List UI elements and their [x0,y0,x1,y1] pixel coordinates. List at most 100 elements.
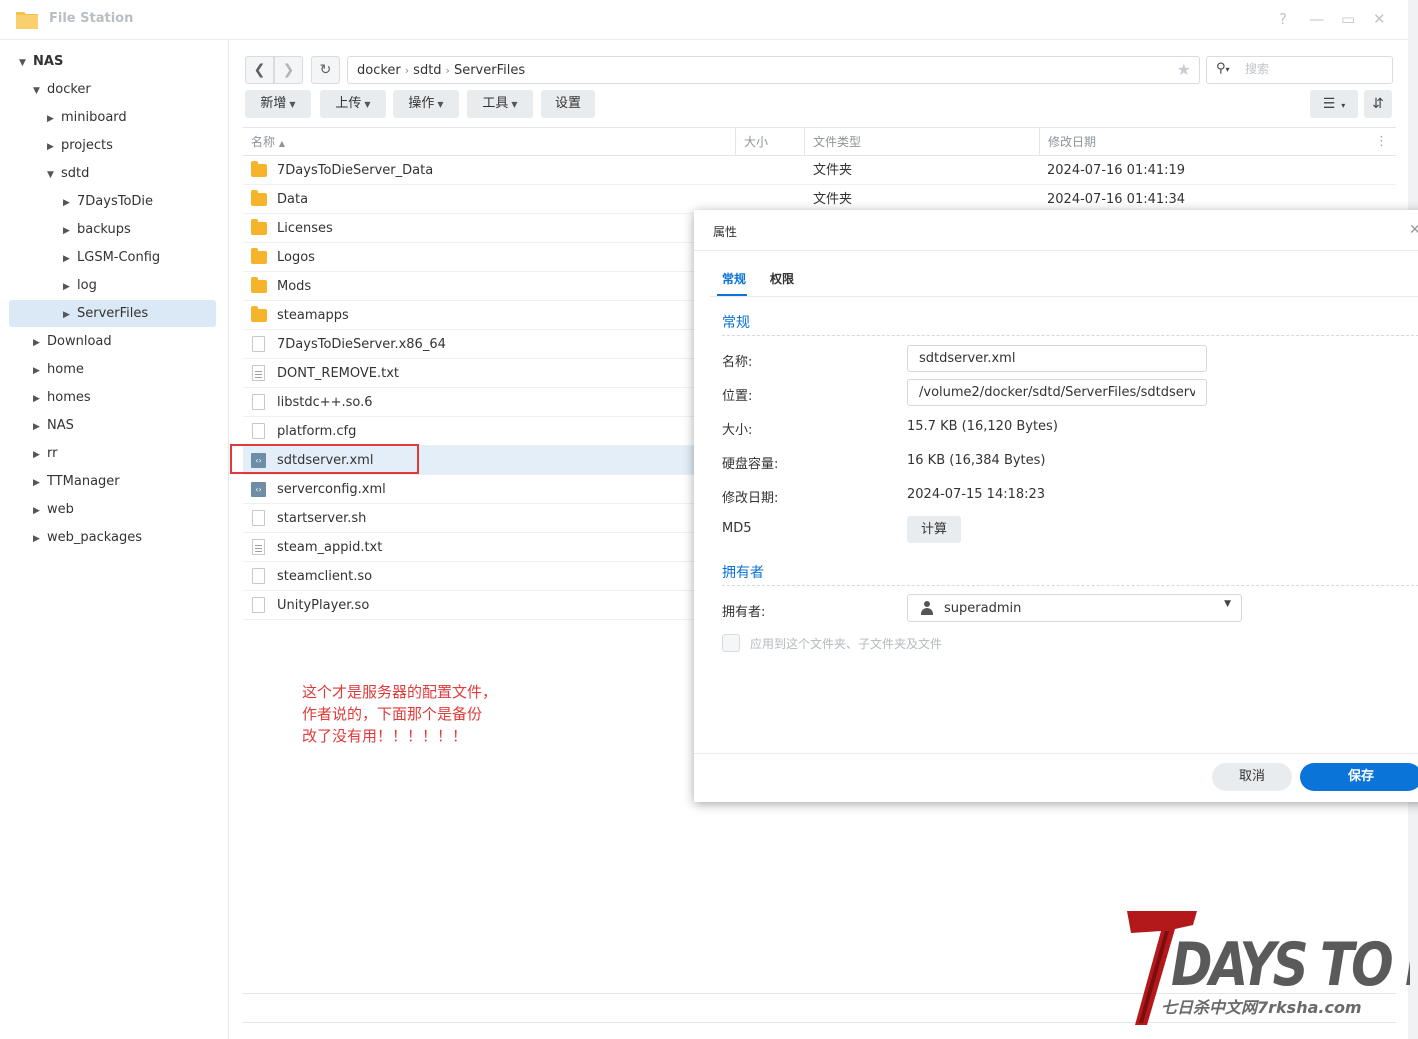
more-columns-icon[interactable]: ⋮ [1375,128,1388,156]
file-name: 7DaysToDieServer_Data [277,163,434,178]
cancel-button[interactable]: 取消 [1212,763,1292,791]
calculate-button[interactable]: 计算 [907,516,961,543]
sidebar-item-backups[interactable]: ▶ backups [63,217,131,243]
save-button[interactable]: 保存 [1300,763,1418,791]
maximize-icon[interactable]: ▭ [1341,10,1355,28]
table-row[interactable]: 7DaysToDieServer_Data 文件夹 2024-07-16 01:41… [243,156,1396,185]
caret-right-icon[interactable]: ▶ [47,106,61,132]
title-bar: File Station ? — ▭ ✕ [0,0,1408,40]
search-input[interactable] [1245,62,1385,76]
refresh-icon[interactable]: ↻ [311,56,340,84]
sidebar-item-label: home [47,362,84,377]
sidebar-item-lgsm-config[interactable]: ▶ LGSM-Config [63,245,160,271]
upload-button[interactable]: 上传 ▼ [320,90,386,118]
caret-right-icon[interactable]: ▶ [33,330,47,356]
sidebar-item-rr[interactable]: ▶ rr [33,441,57,467]
caret-right-icon[interactable]: ▶ [33,386,47,412]
help-icon[interactable]: ? [1279,10,1287,28]
sidebar-item-label: rr [47,446,58,461]
sidebar-item-sdtd[interactable]: ▼ sdtd [47,161,89,187]
search-box[interactable]: ⚲▾ [1206,56,1393,84]
text-file-icon [252,365,265,381]
sidebar-item-web[interactable]: ▶ web [33,497,74,523]
folder-icon [251,277,267,293]
sidebar-item-download[interactable]: ▶ Download [33,329,112,355]
file-name: UnityPlayer.so [277,598,370,613]
name-field[interactable] [907,345,1207,372]
sidebar-item-log[interactable]: ▶ log [63,273,97,299]
caret-right-icon[interactable]: ▶ [33,526,47,552]
caret-right-icon[interactable]: ▶ [47,134,61,160]
breadcrumb-docker[interactable]: docker [357,63,401,78]
sidebar-item-web-packages[interactable]: ▶ web_packages [33,525,142,551]
list-view-icon[interactable]: ☰ ▾ [1310,90,1358,118]
caret-down-icon[interactable]: ▼ [33,78,47,104]
caret-down-icon[interactable]: ▼ [47,162,61,188]
file-station-icon [16,12,38,29]
minimize-icon[interactable]: — [1309,10,1324,28]
sidebar-item-home[interactable]: ▶ home [33,357,84,383]
apply-recursive-checkbox[interactable] [722,634,740,652]
path-bar[interactable]: docker › sdtd › ServerFiles ★ [347,56,1200,84]
caret-down-icon: ▼ [364,100,371,109]
dialog-close-icon[interactable]: ✕ [1409,222,1418,238]
caret-right-icon[interactable]: ▶ [63,302,77,328]
caret-right-icon[interactable]: ▶ [33,442,47,468]
file-name: steam_appid.txt [277,540,383,555]
breadcrumb-sdtd[interactable]: sdtd [413,63,441,78]
tools-button[interactable]: 工具 ▼ [467,90,533,118]
file-icon [252,568,265,584]
folder-icon [251,306,267,322]
sidebar-item-nas[interactable]: ▶ NAS [33,413,74,439]
properties-dialog: 属性 ✕ 常规 权限 常规 名称: 位置: 大小: 15.7 KB (16,12… [694,210,1418,802]
caret-right-icon[interactable]: ▶ [63,190,77,216]
location-field[interactable] [907,379,1207,406]
location-input[interactable] [908,380,1206,405]
caret-right-icon[interactable]: ▶ [33,414,47,440]
column-header-name[interactable]: 名称 ▲ [243,128,736,156]
column-header-modified[interactable]: 修改日期 [1040,128,1370,156]
sidebar-item-ttmanager[interactable]: ▶ TTManager [33,469,120,495]
column-header-size[interactable]: 大小 [736,128,805,156]
action-button[interactable]: 操作 ▼ [393,90,459,118]
star-icon[interactable]: ★ [1177,60,1191,79]
caret-right-icon[interactable]: ▶ [63,246,77,272]
back-button[interactable]: ❮ [245,56,274,84]
file-icon [252,597,265,613]
owner-select[interactable]: superadmin ▼ [907,594,1242,622]
sort-icon[interactable]: ⇵ [1364,90,1392,118]
sidebar-item-nas[interactable]: ▼ NAS [19,49,63,75]
sidebar-item-docker[interactable]: ▼ docker [33,77,91,103]
forward-button[interactable]: ❯ [274,56,303,84]
annotation-line: 作者说的，下面那个是备份 [302,705,483,723]
location-label: 位置: [722,389,753,404]
caret-down-icon[interactable]: ▼ [19,50,33,76]
sidebar-item-label: Download [47,334,112,349]
sidebar-item-7daystodie[interactable]: ▶ 7DaysToDie [63,189,153,215]
close-icon[interactable]: ✕ [1373,10,1386,28]
sidebar-item-miniboard[interactable]: ▶ miniboard [47,105,127,131]
new-button[interactable]: 新增 ▼ [245,90,311,118]
file-name: 7DaysToDieServer.x86_64 [277,337,446,352]
name-input[interactable] [908,346,1206,371]
sidebar-item-homes[interactable]: ▶ homes [33,385,91,411]
caret-right-icon[interactable]: ▶ [63,274,77,300]
settings-button[interactable]: 设置 [541,90,595,118]
file-name: Mods [277,279,312,294]
search-icon[interactable]: ⚲▾ [1216,61,1230,76]
caret-right-icon[interactable]: ▶ [33,498,47,524]
section-title-owner: 拥有者 [722,565,764,581]
sidebar-item-projects[interactable]: ▶ projects [47,133,113,159]
sort-asc-icon: ▲ [278,139,285,148]
caret-right-icon[interactable]: ▶ [63,218,77,244]
svg-text:DAYS TO DIE: DAYS TO DIE [1171,931,1410,1001]
modified-label: 修改日期: [722,491,779,506]
caret-right-icon[interactable]: ▶ [33,470,47,496]
tab-general[interactable]: 常规 [722,270,746,287]
breadcrumb-serverfiles[interactable]: ServerFiles [454,63,525,78]
sidebar-item-serverfiles[interactable]: ▶ ServerFiles [63,301,148,327]
column-header-type[interactable]: 文件类型 [805,128,1040,156]
tab-permissions[interactable]: 权限 [770,270,794,287]
name-label: 名称: [722,355,753,370]
caret-right-icon[interactable]: ▶ [33,358,47,384]
